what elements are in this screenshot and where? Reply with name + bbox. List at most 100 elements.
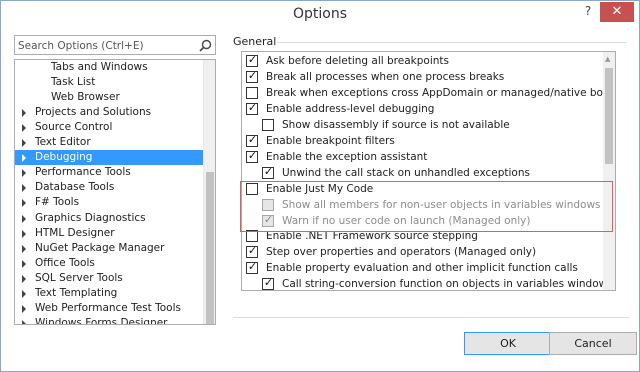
- close-button[interactable]: ✕: [600, 2, 634, 22]
- checkmark-icon: ✓: [247, 53, 258, 66]
- option-label: Step over properties and operators (Mana…: [266, 246, 537, 259]
- expand-arrow-icon[interactable]: [22, 139, 26, 148]
- options-tree[interactable]: Tabs and Windows Task List Web Browser Proj…: [14, 59, 216, 325]
- tree-item-label: Performance Tools: [35, 166, 131, 179]
- ok-button[interactable]: OK: [464, 332, 552, 355]
- expand-arrow-icon[interactable]: [22, 124, 26, 133]
- expand-arrow-icon[interactable]: [22, 199, 26, 208]
- tree-item[interactable]: Text Templating: [15, 286, 205, 301]
- option-checkbox[interactable]: [262, 118, 274, 131]
- tree-item[interactable]: Windows Forms Designer: [15, 316, 205, 325]
- tree-item-label: SQL Server Tools: [35, 271, 123, 284]
- option-label: Break when exceptions cross AppDomain or…: [266, 86, 615, 99]
- tree-item[interactable]: Text Editor: [15, 135, 205, 150]
- tree-item-label: Text Editor: [35, 136, 91, 149]
- tree-item-label: Database Tools: [35, 181, 115, 194]
- tree-item-label: HTML Designer: [35, 226, 115, 239]
- section-label: General: [233, 35, 277, 48]
- checkmark-icon: ✓: [263, 276, 274, 290]
- highlight-box: [240, 181, 613, 232]
- option-label: Enable breakpoint filters: [266, 134, 395, 147]
- tree-item[interactable]: SQL Server Tools: [15, 271, 205, 286]
- expand-arrow-icon[interactable]: [22, 109, 26, 118]
- tree-item[interactable]: Web Performance Test Tools: [15, 301, 205, 316]
- option-checkbox[interactable]: ✓: [246, 132, 258, 147]
- expand-arrow-icon[interactable]: [22, 289, 26, 298]
- tree-item[interactable]: Source Control: [15, 120, 205, 135]
- help-button[interactable]: ?: [581, 4, 595, 18]
- option-checkbox[interactable]: ✓: [246, 244, 258, 259]
- cancel-button[interactable]: Cancel: [549, 332, 637, 355]
- checkmark-icon: ✓: [247, 100, 258, 114]
- tree-item[interactable]: HTML Designer: [15, 226, 205, 241]
- expand-arrow-icon[interactable]: [22, 169, 26, 178]
- tree-item-label: Office Tools: [35, 256, 95, 269]
- expand-arrow-icon[interactable]: [22, 319, 26, 324]
- tree-scrollbar-thumb[interactable]: [206, 172, 214, 324]
- tree-item-label: Debugging: [35, 151, 93, 164]
- option-label: Show disassembly if source is not availa…: [282, 118, 510, 131]
- section-divider: [277, 42, 627, 43]
- tree-item-label: Projects and Solutions: [35, 106, 152, 119]
- search-input[interactable]: [18, 38, 198, 53]
- expand-arrow-icon[interactable]: [22, 229, 26, 238]
- option-label: Ask before deleting all breakpoints: [266, 55, 449, 67]
- tree-item-label: NuGet Package Manager: [35, 241, 165, 254]
- option-checkbox[interactable]: ✓: [246, 53, 258, 67]
- tree-item[interactable]: NuGet Package Manager: [15, 241, 205, 256]
- tree-scrollbar[interactable]: [203, 60, 215, 324]
- option-checkbox[interactable]: ✓: [246, 68, 258, 83]
- tree-item[interactable]: Web Browser: [15, 90, 205, 105]
- option-label: Enable address-level debugging: [266, 102, 435, 115]
- option-checkbox[interactable]: [246, 86, 258, 99]
- checkmark-icon: ✓: [247, 148, 258, 162]
- search-icon[interactable]: [199, 39, 212, 52]
- tree-item[interactable]: Database Tools: [15, 180, 205, 195]
- tree-item[interactable]: Graphics Diagnostics: [15, 211, 205, 226]
- scroll-up-arrow-icon[interactable]: ▲: [605, 55, 610, 63]
- expand-arrow-icon[interactable]: [22, 244, 26, 253]
- tree-item-label: Web Performance Test Tools: [35, 301, 181, 314]
- option-label: Enable the exception assistant: [266, 150, 428, 163]
- tree-item[interactable]: Projects and Solutions: [15, 105, 205, 120]
- expand-arrow-icon[interactable]: [22, 214, 26, 223]
- expand-arrow-icon[interactable]: [22, 259, 26, 268]
- window-title: Options: [292, 6, 348, 22]
- tree-item[interactable]: Performance Tools: [15, 165, 205, 180]
- tree-item[interactable]: Debugging: [15, 150, 205, 166]
- option-checkbox[interactable]: ✓: [262, 276, 274, 290]
- option-label: Break all processes when one process bre…: [266, 70, 505, 83]
- options-scrollbar[interactable]: ▲: [603, 52, 615, 290]
- options-list[interactable]: ✓ Ask before deleting all breakpoints ✓ Bre…: [241, 51, 616, 291]
- tree-item-label: Source Control: [35, 121, 113, 134]
- option-checkbox[interactable]: ✓: [246, 148, 258, 163]
- tree-item-label: Task List: [51, 76, 96, 89]
- expand-arrow-icon[interactable]: [22, 274, 26, 283]
- option-checkbox[interactable]: ✓: [246, 100, 258, 115]
- option-label: Call string-conversion function on objec…: [282, 278, 613, 291]
- footer-divider: [233, 317, 629, 318]
- tree-item-label: Graphics Diagnostics: [35, 211, 146, 224]
- tree-item[interactable]: Task List: [15, 75, 205, 90]
- expand-arrow-icon[interactable]: [22, 304, 26, 313]
- expand-arrow-icon[interactable]: [22, 184, 26, 193]
- options-dialog: Options ? ✕ Tabs and Windows Task List Web…: [0, 0, 640, 372]
- expand-arrow-icon[interactable]: [22, 154, 26, 163]
- tree-item[interactable]: F# Tools: [15, 195, 205, 210]
- tree-item-label: Text Templating: [35, 286, 118, 299]
- tree-item[interactable]: Tabs and Windows: [15, 60, 205, 75]
- checkmark-icon: ✓: [247, 68, 258, 82]
- tree-item-label: F# Tools: [35, 196, 80, 209]
- checkmark-icon: ✓: [247, 132, 258, 146]
- tree-item-label: Tabs and Windows: [51, 61, 148, 73]
- tree-item-label: Windows Forms Designer: [35, 316, 168, 325]
- options-scrollbar-thumb[interactable]: [605, 68, 613, 164]
- checkmark-icon: ✓: [247, 244, 258, 258]
- title-bar: Options ? ✕: [1, 1, 639, 29]
- tree-item[interactable]: Office Tools: [15, 256, 205, 271]
- search-box[interactable]: [14, 35, 216, 55]
- option-checkbox[interactable]: ✓: [246, 260, 258, 275]
- option-checkbox[interactable]: ✓: [262, 165, 274, 179]
- option-checkbox[interactable]: [246, 230, 258, 243]
- option-label: Unwind the call stack on unhandled excep…: [282, 166, 530, 179]
